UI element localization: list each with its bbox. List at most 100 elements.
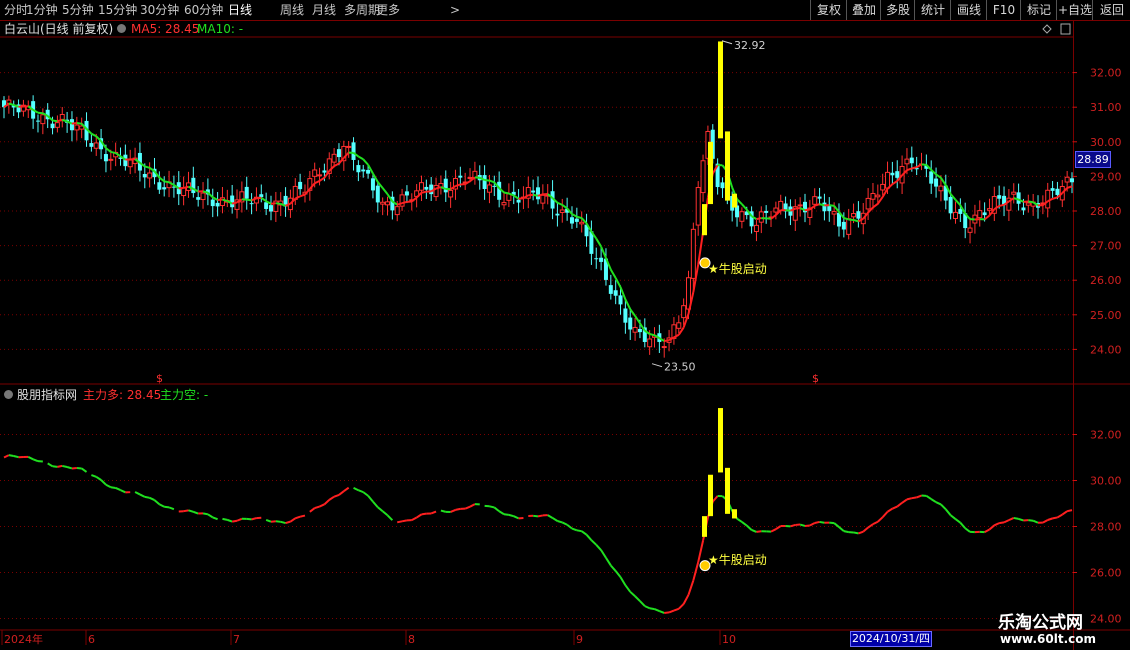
sub-line-group <box>3 454 1073 614</box>
sub-segment <box>3 454 10 459</box>
sub-segment <box>649 607 655 611</box>
sub-segment <box>697 540 705 563</box>
candle-body <box>103 154 108 162</box>
candle-body <box>865 197 871 210</box>
candle-body <box>632 326 638 333</box>
candle-body <box>681 305 687 319</box>
sub-segment <box>115 487 121 492</box>
sub-segment <box>1061 510 1068 516</box>
sub-segment <box>338 490 345 496</box>
main-ytick-label: 32.00 <box>1090 67 1122 80</box>
ma-segment <box>57 118 63 123</box>
kline-chart-canvas[interactable]: 24.00 25.00 26.00 27.00 28.00 29.00 30.00 31.00… <box>0 0 1130 650</box>
sub-segment <box>614 570 622 578</box>
xaxis-label: 9 <box>576 633 583 646</box>
stock-title: 白云山(日线 前复权) <box>4 22 114 36</box>
sub-segment <box>537 514 544 518</box>
candle-body <box>497 181 502 200</box>
main-ytick-label: 24.00 <box>1090 343 1122 356</box>
indicator-name: 股朋指标网 <box>17 388 78 402</box>
ma-segment <box>532 193 539 197</box>
sub-ytick-label: 32.00 <box>1090 429 1122 442</box>
candle-body <box>74 124 80 131</box>
sub-segment <box>377 506 384 513</box>
candle-body <box>1070 178 1074 183</box>
sub-segment <box>624 584 632 593</box>
main-ytick-label: 31.00 <box>1090 101 1122 114</box>
sub-segment <box>858 530 864 535</box>
candle-body <box>559 209 565 214</box>
candle-body <box>986 208 992 211</box>
candle-body <box>1021 207 1026 211</box>
candle-body <box>758 211 764 223</box>
sub-segment <box>862 526 869 533</box>
sub-segment <box>712 495 719 503</box>
sub-segment <box>1028 519 1034 522</box>
sub-segment <box>489 505 495 509</box>
ma10-label: MA10: - <box>197 22 244 36</box>
candle-body <box>89 143 94 147</box>
sub-segment <box>81 467 88 473</box>
ma-segment <box>202 190 209 194</box>
sub-segment <box>401 519 408 523</box>
sub-segment <box>343 486 350 492</box>
candle-body <box>467 176 473 179</box>
sub-panel-chevron-icon[interactable] <box>4 390 13 399</box>
sub-segment <box>964 527 971 533</box>
candle-body <box>375 185 380 203</box>
sub-segment <box>294 515 301 520</box>
candle-body <box>958 209 963 214</box>
ma-segment <box>1066 185 1073 189</box>
watermark-url: www.60lt.com <box>1000 632 1097 646</box>
sub-segment <box>770 528 777 533</box>
candle-body <box>831 211 837 215</box>
sub-segment <box>886 507 893 513</box>
candle-body <box>569 217 574 224</box>
ma-segment <box>256 196 262 200</box>
candle-body <box>909 157 914 164</box>
candle-body <box>676 322 682 329</box>
sub-segment <box>959 522 966 529</box>
sub-segment <box>430 510 437 515</box>
ma-segment <box>872 203 879 209</box>
ma-segment <box>935 173 942 179</box>
sub-segment <box>814 520 820 524</box>
sub-segment <box>619 576 627 586</box>
sub-segment <box>571 527 578 532</box>
candle-body <box>336 149 341 158</box>
sub-segment <box>561 521 568 526</box>
ma-segment <box>222 198 228 202</box>
sub-segment <box>62 464 68 468</box>
candle-body <box>127 159 133 168</box>
sub-segment <box>207 513 214 519</box>
candle-body <box>244 186 249 199</box>
sub-segment <box>877 516 884 523</box>
candle-body <box>298 181 303 190</box>
candle-body <box>6 99 12 104</box>
sub-segment <box>950 514 957 520</box>
sub-segment <box>1052 516 1058 520</box>
sub-segment <box>600 549 607 559</box>
ma-segment <box>503 191 510 195</box>
sub-segment <box>110 486 116 489</box>
sub-segment <box>421 512 427 516</box>
candle-body <box>366 169 371 174</box>
sub-segment <box>139 493 146 498</box>
candle-body <box>269 205 273 212</box>
main-signal-bar <box>725 131 730 201</box>
bull-label: 主力多: 28.45 <box>83 388 162 402</box>
sub-segment <box>8 454 14 457</box>
candle-body <box>54 122 60 128</box>
candle-body <box>458 175 463 178</box>
settings-chevron-icon[interactable] <box>117 24 126 33</box>
sub-segment <box>222 517 228 521</box>
sub-segment <box>105 483 112 489</box>
xaxis-label: 7 <box>233 633 240 646</box>
candle-body <box>35 120 40 122</box>
candle-body <box>322 170 327 173</box>
sub-segment <box>100 479 107 486</box>
ma-segment <box>614 277 622 288</box>
ma-segment <box>795 207 801 210</box>
candle-body <box>599 257 604 262</box>
candle-body <box>623 308 628 323</box>
